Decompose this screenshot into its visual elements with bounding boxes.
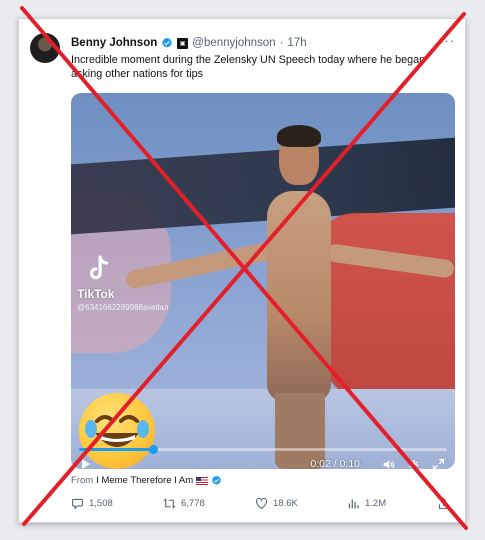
tweet-text: Incredible moment during the Zelensky UN… <box>71 54 426 80</box>
dot-separator: · <box>279 37 284 49</box>
fullscreen-icon[interactable] <box>432 458 445 470</box>
source-prefix: From <box>71 475 94 486</box>
tweet-card: Benny Johnson ▣ @bennyjohnson · 17h ··· … <box>18 18 466 523</box>
video-controls: 0:02 / 0:10 <box>81 457 445 469</box>
video-progress-thumb[interactable] <box>148 445 158 454</box>
tiktok-logo-icon <box>89 255 109 280</box>
views-count: 1.2M <box>365 498 387 509</box>
share-icon <box>438 497 449 509</box>
verified-badge-icon <box>212 475 222 485</box>
views-button[interactable]: 1.2M <box>347 497 386 510</box>
like-icon <box>256 497 267 510</box>
reply-icon <box>72 498 83 510</box>
play-icon[interactable] <box>81 459 91 469</box>
reply-count: 1,508 <box>89 498 113 509</box>
views-icon <box>348 499 359 509</box>
dancer-hair <box>277 125 321 147</box>
repost-icon <box>163 498 176 509</box>
video-progress-bar[interactable] <box>79 445 447 454</box>
more-options-button[interactable]: ··· <box>439 33 455 48</box>
us-flag-icon <box>196 476 209 485</box>
source-name[interactable]: I Meme Therefore I Am <box>96 475 193 486</box>
tweet-header: Benny Johnson ▣ @bennyjohnson · 17h <box>71 35 455 51</box>
source-attribution: From I Meme Therefore I Am <box>71 475 222 486</box>
dancer-body <box>267 191 331 401</box>
share-button[interactable] <box>437 497 450 510</box>
author-name[interactable]: Benny Johnson <box>71 37 157 49</box>
tiktok-user-id: @6341662289988svetlaл <box>77 303 169 312</box>
like-button[interactable]: 18.6K <box>255 497 298 510</box>
author-handle[interactable]: @bennyjohnson <box>192 37 275 49</box>
video-progress-fill <box>79 448 153 451</box>
square-badge-icon: ▣ <box>177 37 189 49</box>
video-player[interactable]: TikTok @6341662289988svetlaл 0:02 / 0:10 <box>71 93 455 469</box>
tiktok-watermark: TikTok <box>77 287 115 301</box>
repost-count: 6,778 <box>181 498 205 509</box>
settings-icon[interactable] <box>407 458 420 470</box>
avatar[interactable] <box>30 33 60 63</box>
volume-icon[interactable] <box>382 458 395 470</box>
background-flag-red <box>315 213 455 413</box>
verified-badge-icon <box>162 37 173 48</box>
tweet-time[interactable]: 17h <box>287 37 306 49</box>
like-count: 18.6K <box>273 498 298 509</box>
reply-button[interactable]: 1,508 <box>71 497 113 510</box>
video-time: 0:02 / 0:10 <box>310 458 360 469</box>
repost-button[interactable]: 6,778 <box>163 497 205 510</box>
tweet-actions: 1,508 6,778 18.6K 1.2M <box>71 497 455 513</box>
